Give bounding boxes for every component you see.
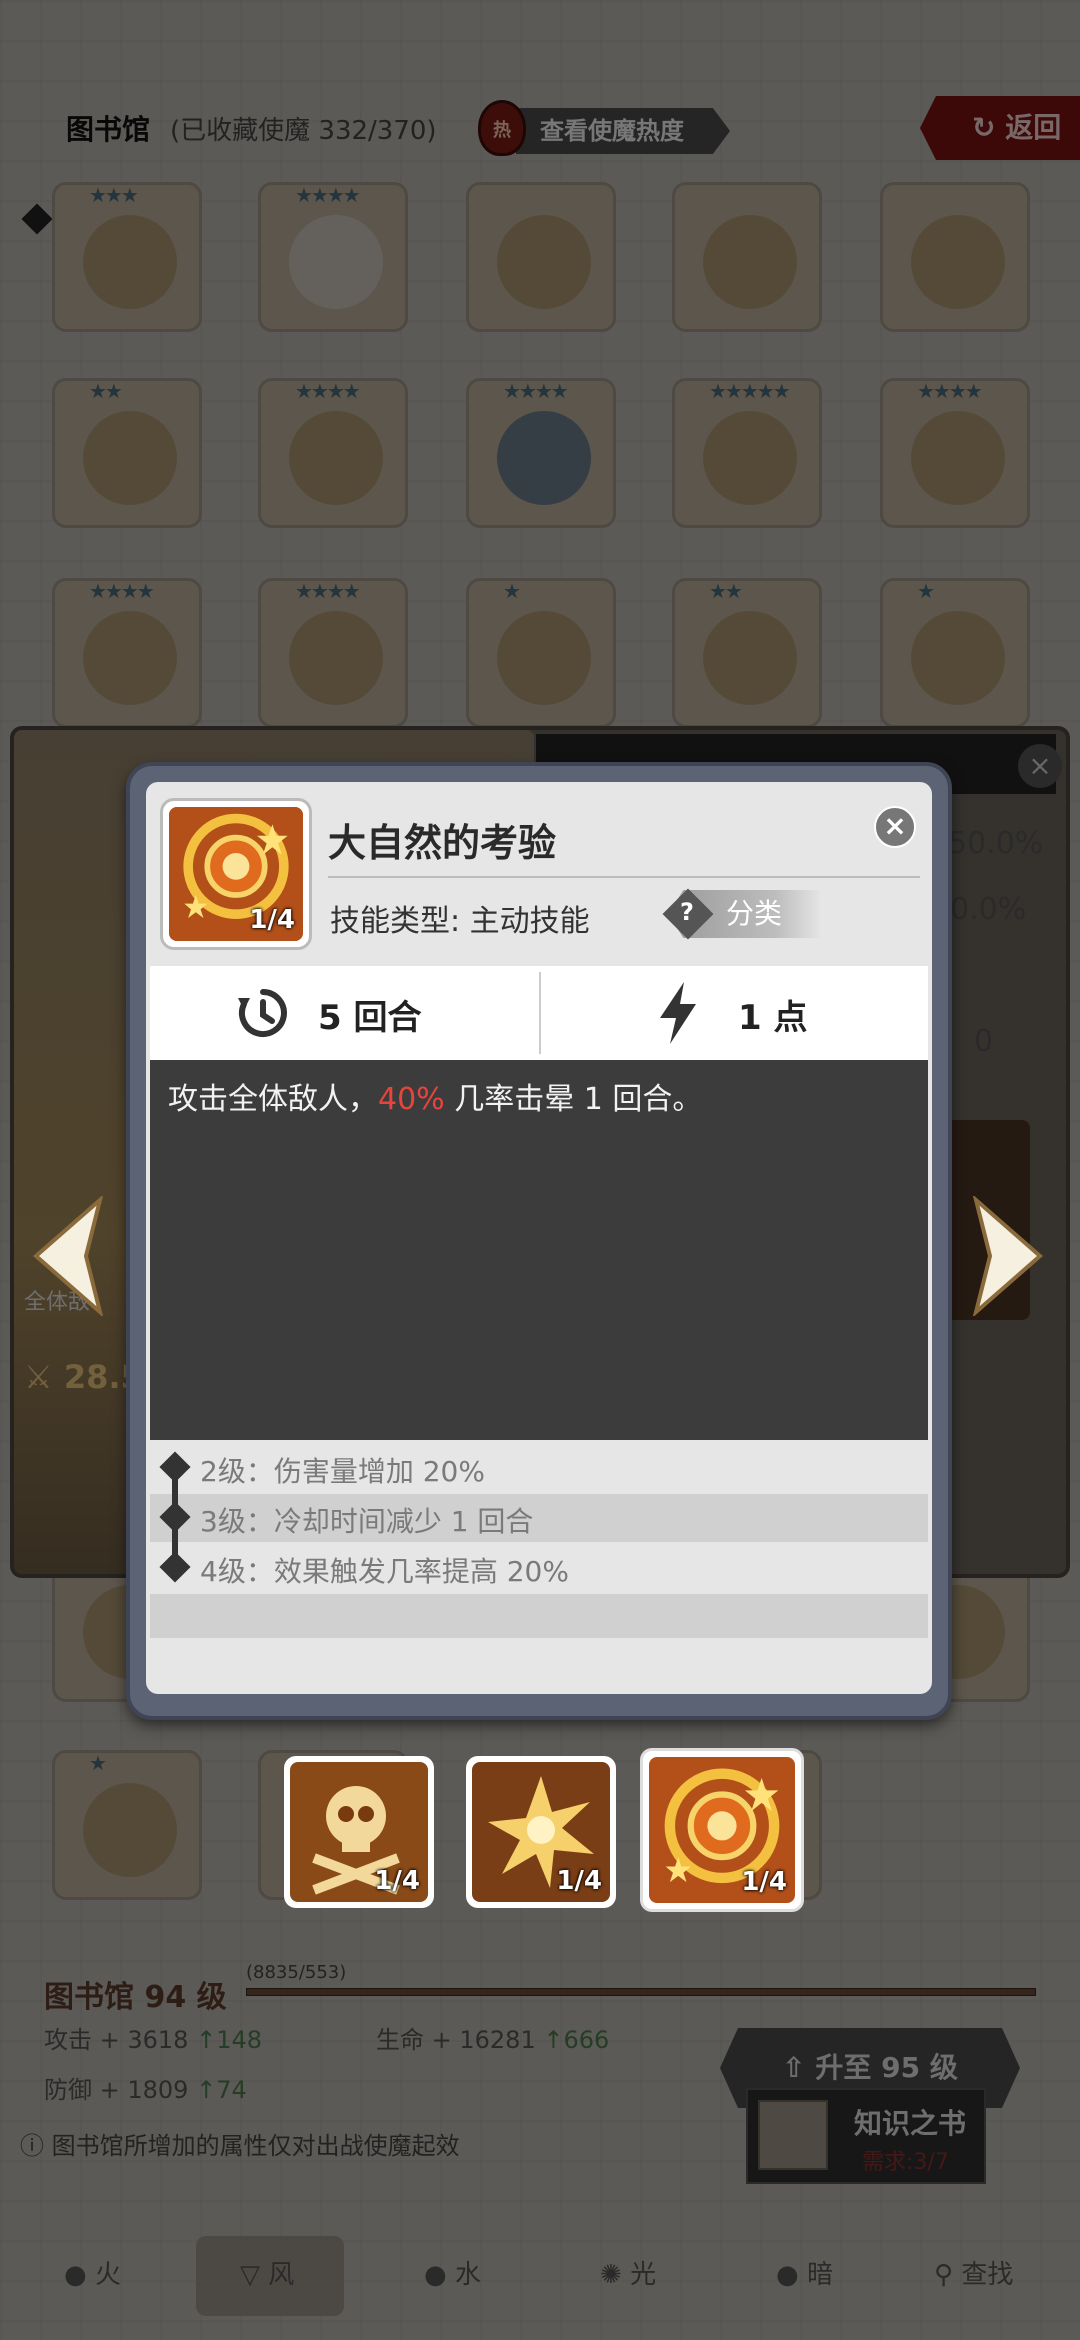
skill-cost: 1 点	[738, 998, 808, 1038]
skill-thumb[interactable]: 1/4	[284, 1756, 434, 1908]
title-divider	[328, 876, 920, 878]
skull-icon: 1/4	[290, 1762, 428, 1902]
thumb-level: 1/4	[556, 1866, 602, 1896]
skill-icon-large: 1/4	[160, 798, 312, 950]
skill-type: 技能类型: 主动技能	[330, 904, 590, 939]
nature-orb-icon: 1/4	[649, 1757, 795, 1903]
skill-cooldown: 5 回合	[318, 998, 422, 1038]
skill-thumb-selected[interactable]: 1/4	[640, 1748, 804, 1912]
upgrade-level-3: 3级：冷却时间减少 1 回合	[200, 1505, 534, 1538]
next-arrow-icon[interactable]	[970, 1194, 1046, 1318]
stat-divider	[539, 972, 541, 1054]
close-icon[interactable]: ×	[874, 806, 916, 848]
thumb-level: 1/4	[374, 1866, 420, 1896]
thumb-level: 1/4	[741, 1867, 787, 1897]
upgrade-level-2: 2级：伤害量增加 20%	[200, 1455, 485, 1488]
nature-orb-icon: 1/4	[169, 807, 303, 941]
skill-thumb[interactable]: 1/4	[466, 1756, 616, 1908]
skill-description: 攻击全体敌人，40% 几率击晕 1 回合。	[168, 1082, 703, 1117]
upgrade-row	[150, 1594, 928, 1638]
energy-bolt-icon	[656, 982, 700, 1044]
skill-name: 大自然的考验	[328, 821, 557, 865]
upgrade-level-4: 4级：效果触发几率提高 20%	[200, 1555, 569, 1588]
prev-arrow-icon[interactable]	[30, 1194, 106, 1318]
burst-icon: 1/4	[472, 1762, 610, 1902]
skill-level-badge: 1/4	[249, 905, 295, 935]
help-mark: ?	[680, 898, 694, 926]
cooldown-clock-icon	[236, 986, 290, 1040]
